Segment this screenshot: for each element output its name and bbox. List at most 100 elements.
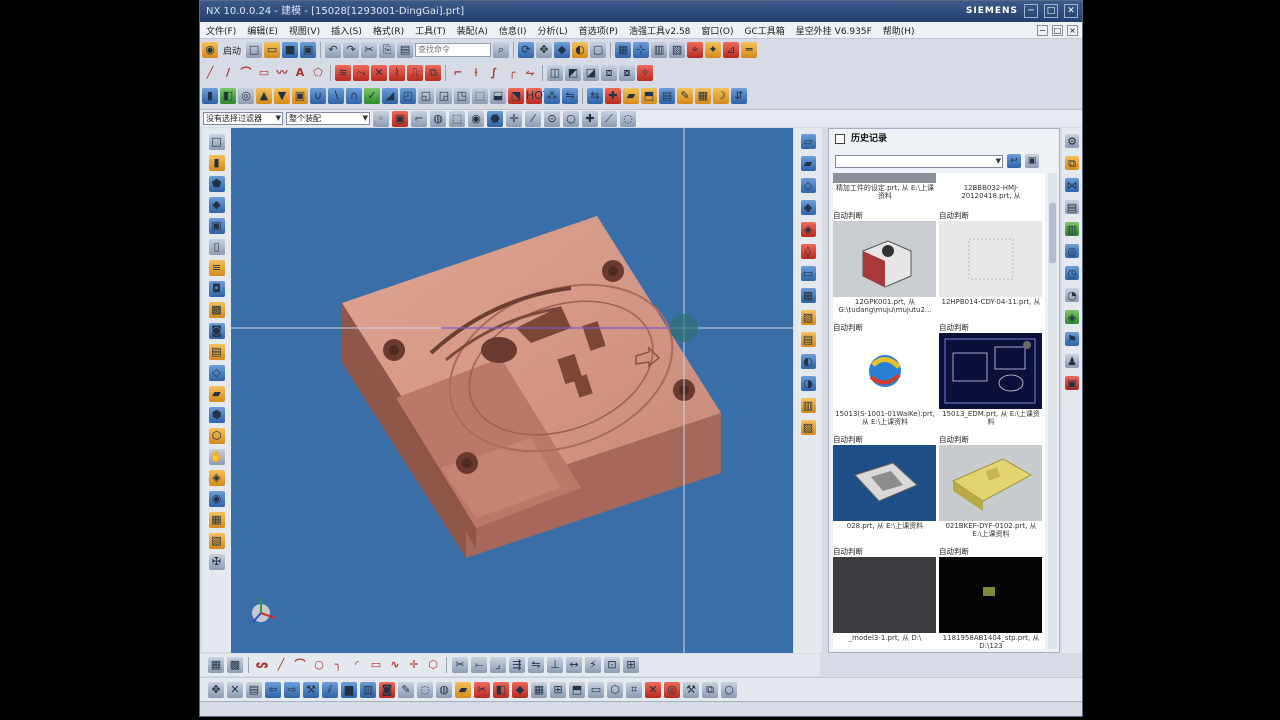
doc-minimize-icon[interactable]: − xyxy=(1037,24,1048,36)
history-back-icon[interactable]: ↩ xyxy=(1007,154,1021,168)
constraint-navigator-tab-icon[interactable]: ⋈ xyxy=(1065,178,1079,192)
brush-icon[interactable]: ⚒ xyxy=(683,681,699,698)
history-pin-icon[interactable] xyxy=(835,134,845,144)
datum-csys-icon[interactable]: ⧇ xyxy=(619,65,635,81)
feature-shield-icon[interactable]: ⬟ xyxy=(208,176,225,192)
mold-base-icon[interactable]: ▩ xyxy=(208,302,225,318)
palette-tab-icon[interactable]: ◈ xyxy=(1065,310,1079,324)
fillet-curve-icon[interactable]: ╭ xyxy=(504,65,520,81)
maximize-button[interactable]: □ xyxy=(1044,4,1058,18)
history-scrollbar[interactable] xyxy=(1048,173,1057,649)
start-label[interactable]: 启动 xyxy=(223,44,241,57)
shell-icon[interactable]: ◰ xyxy=(400,88,416,104)
ring-icon[interactable]: ◎ xyxy=(664,681,680,698)
face-display-icon[interactable]: ▤ xyxy=(800,332,816,347)
clone-icon[interactable]: ⧉ xyxy=(702,681,718,698)
view-left-icon[interactable]: ◊ xyxy=(800,244,816,259)
part-navigator-icon[interactable]: ▥ xyxy=(651,42,668,58)
sketch-icon[interactable]: □ xyxy=(208,134,225,150)
copy-object-icon[interactable]: ▤ xyxy=(246,681,262,698)
midpoint-snap-icon[interactable]: ⁄ xyxy=(525,110,541,127)
sketch-circle-icon[interactable]: ○ xyxy=(311,657,327,673)
hole-icon[interactable]: ◎ xyxy=(238,88,254,104)
paste-icon[interactable]: ▤ xyxy=(397,42,414,58)
arc-icon[interactable]: ⌒ xyxy=(238,65,254,81)
show-icon[interactable]: ◍ xyxy=(436,681,452,698)
system-scene-tab-icon[interactable]: ▣ xyxy=(1065,376,1079,390)
tube-icon[interactable]: ◘ xyxy=(208,281,225,297)
mold-tool-icon[interactable]: ✚ xyxy=(605,88,621,104)
extract-curve-icon[interactable]: ⎍ xyxy=(407,65,423,81)
curve-length-icon[interactable]: ∫ xyxy=(486,65,502,81)
web-browser-tab-icon[interactable]: ◎ xyxy=(1065,244,1079,258)
box-select-icon[interactable]: ▭ xyxy=(588,681,604,698)
offset-icon[interactable]: ⇶ xyxy=(509,657,525,673)
copy-icon[interactable]: ⎘ xyxy=(379,42,396,58)
wand-icon[interactable]: ⚒ xyxy=(303,681,319,698)
view-trimetric-icon[interactable]: ◈ xyxy=(800,222,816,237)
quadrant-snap-icon[interactable]: ○ xyxy=(563,110,579,127)
edge-display-icon[interactable]: ▧ xyxy=(800,310,816,325)
view-bottom-icon[interactable]: ▭ xyxy=(800,266,816,281)
text-icon[interactable]: A xyxy=(292,65,308,81)
edge-blend-icon[interactable]: ✓ xyxy=(364,88,380,104)
align-icon[interactable]: ⫽ xyxy=(322,681,338,698)
part-navigator-tab-icon[interactable]: ▤ xyxy=(1065,200,1079,214)
boss-icon[interactable]: ▲ xyxy=(256,88,272,104)
menu-file[interactable]: 文件(F) xyxy=(206,24,236,37)
highlight-icon[interactable]: ▥ xyxy=(800,398,816,413)
point-icon[interactable]: ◫ xyxy=(547,65,563,81)
menu-edit[interactable]: 编辑(E) xyxy=(247,24,278,37)
drawing-icon[interactable]: ▤ xyxy=(659,88,675,104)
stack-icon[interactable]: ≡ xyxy=(208,260,225,276)
shaded-view-icon[interactable]: ◆ xyxy=(554,42,571,58)
close-small-icon[interactable]: ✕ xyxy=(645,681,661,698)
menu-window[interactable]: 窗口(O) xyxy=(701,24,733,37)
dimension-icon[interactable]: ⇵ xyxy=(731,88,747,104)
graphics-viewport[interactable] xyxy=(231,128,793,653)
undo-icon[interactable]: ↶ xyxy=(325,42,342,58)
save-icon[interactable]: ■ xyxy=(282,42,299,58)
assembly-navigator-tab-icon[interactable]: ⧉ xyxy=(1065,156,1079,170)
view-iso-icon[interactable]: ◇ xyxy=(800,178,816,193)
history-entry[interactable]: 自动判断 _model3-1.prt, 从 D:\ xyxy=(833,547,937,649)
stamp-icon[interactable]: ▆ xyxy=(341,681,357,698)
new-file-icon[interactable]: □ xyxy=(246,42,263,58)
menu-view[interactable]: 视图(V) xyxy=(289,24,320,37)
crate-icon[interactable]: ▦ xyxy=(208,512,225,528)
delete-face-icon[interactable]: ⬓ xyxy=(490,88,506,104)
start-icon[interactable]: ◉ xyxy=(202,42,218,58)
view-right-icon[interactable]: ◆ xyxy=(800,200,816,215)
layer-copy-icon[interactable]: ◧ xyxy=(493,681,509,698)
insert-icon[interactable]: ⬡ xyxy=(208,428,225,444)
intersect-curve-icon[interactable]: ✕ xyxy=(371,65,387,81)
show-constraints-icon[interactable]: ⊡ xyxy=(604,657,620,673)
auto-constrain-icon[interactable]: ⚡ xyxy=(585,657,601,673)
package-icon[interactable]: ▧ xyxy=(208,533,225,549)
circle-icon[interactable]: ○ xyxy=(721,681,737,698)
profile-icon[interactable]: ᔕ xyxy=(254,657,270,673)
menu-analysis[interactable]: 分析(L) xyxy=(538,24,568,37)
block-icon[interactable]: ▣ xyxy=(292,88,308,104)
xform-icon[interactable]: ✠ xyxy=(208,554,225,570)
search-icon[interactable]: ⌕ xyxy=(493,42,510,58)
gear-icon[interactable]: ⚙ xyxy=(1065,134,1079,148)
trim-curve-icon[interactable]: ⌐ xyxy=(450,65,466,81)
project-curve-icon[interactable]: ⤳ xyxy=(353,65,369,81)
sync-model-icon[interactable]: ⇆ xyxy=(587,88,603,104)
arc-center-snap-icon[interactable]: ⊙ xyxy=(544,110,560,127)
studio-icon[interactable]: ◐ xyxy=(800,354,816,369)
menu-information[interactable]: 信息(I) xyxy=(499,24,527,37)
measure-icon[interactable]: ⌖ xyxy=(687,42,704,58)
menu-preferences[interactable]: 首选项(P) xyxy=(579,24,618,37)
relations-icon[interactable]: ⊞ xyxy=(623,657,639,673)
sketch-arc-icon[interactable]: ⌒ xyxy=(292,657,308,673)
bracket-icon[interactable]: ◙ xyxy=(208,323,225,339)
ruler-icon[interactable]: ═ xyxy=(741,42,758,58)
menu-help[interactable]: 帮助(H) xyxy=(883,24,915,37)
history-entry[interactable]: 自动判断 15013(S-1001-01WaiKe).prt, 从 E:\上课资… xyxy=(833,323,937,433)
pattern-icon[interactable]: ⁂ xyxy=(544,88,560,104)
snap-grid-icon[interactable]: ⊞ xyxy=(550,681,566,698)
select-edge-icon[interactable]: ⌐ xyxy=(411,110,427,127)
analysis-icon[interactable]: ✦ xyxy=(705,42,722,58)
